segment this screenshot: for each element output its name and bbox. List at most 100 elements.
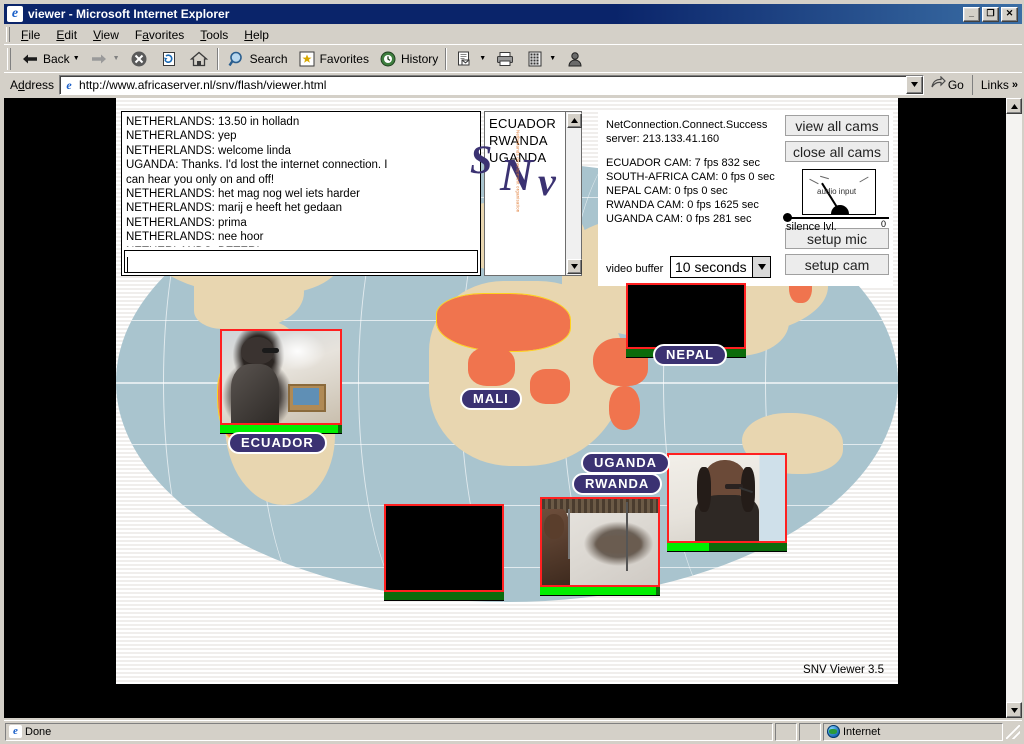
video-buffer-select[interactable]: 10 seconds: [670, 256, 771, 278]
map-label-ecuador[interactable]: ECUADOR: [228, 432, 327, 454]
close-button[interactable]: ✕: [1001, 6, 1018, 22]
cam-audio-level-uganda: [667, 543, 787, 552]
cam-status-line: SOUTH-AFRICA CAM: 0 fps 0 sec: [606, 171, 775, 183]
mail-button[interactable]: ▼: [450, 47, 490, 71]
chat-message: NETHERLANDS: marij e heeft het gedaan: [126, 202, 343, 215]
close-all-cams-button[interactable]: close all cams: [785, 141, 889, 162]
back-button[interactable]: Back ▼: [15, 47, 84, 71]
menubar-grip[interactable]: [6, 27, 10, 42]
back-arrow-icon: [19, 48, 41, 70]
search-button[interactable]: Search: [222, 47, 292, 71]
ie-document-icon: e: [7, 6, 23, 22]
browser-window: e viewer - Microsoft Internet Explorer _…: [0, 0, 1024, 744]
links-label: Links: [980, 77, 1009, 92]
mail-icon: [454, 48, 476, 70]
chevron-down-icon[interactable]: [752, 257, 770, 277]
status-message-pane: e Done: [5, 722, 773, 741]
map-label-uganda[interactable]: UGANDA: [581, 452, 671, 474]
chevron-up-icon: [1010, 103, 1018, 109]
home-icon: [188, 48, 210, 70]
edit-dropdown-icon[interactable]: ▼: [549, 55, 556, 62]
cam-video-frame[interactable]: [626, 283, 746, 349]
logo-letter-s: S: [470, 137, 493, 182]
menu-view[interactable]: View: [85, 26, 127, 44]
chevron-down-icon: [571, 264, 578, 269]
go-button[interactable]: Go: [924, 75, 970, 93]
stop-button[interactable]: [124, 47, 154, 71]
home-button[interactable]: [184, 47, 214, 71]
status-pane-2: [799, 722, 821, 741]
mail-dropdown-icon[interactable]: ▼: [479, 55, 486, 62]
cam-video-rwanda: [542, 499, 658, 585]
favorites-button[interactable]: Favorites: [292, 47, 373, 71]
chat-panel: NETHERLANDS: 13.50 in holladn NETHERLAND…: [121, 111, 481, 276]
forward-button[interactable]: ▼: [84, 47, 124, 71]
cam-status-line: RWANDA CAM: 0 fps 1625 sec: [606, 199, 759, 211]
cam-mali[interactable]: [384, 504, 504, 601]
window-titlebar: e viewer - Microsoft Internet Explorer _…: [4, 4, 1022, 24]
messenger-button[interactable]: [560, 47, 590, 71]
silence-level-slider[interactable]: [786, 217, 889, 219]
menu-tools[interactable]: Tools: [192, 26, 236, 44]
menu-edit[interactable]: Edit: [48, 26, 85, 44]
chat-message: NETHERLANDS: yep: [126, 130, 237, 143]
map-label-nepal[interactable]: NEPAL: [653, 344, 728, 366]
chevron-down-icon: [1010, 707, 1018, 713]
scroll-down-button[interactable]: [567, 259, 582, 274]
history-button[interactable]: History: [373, 47, 442, 71]
snv-logo: S N v Netherlands development organisati…: [468, 128, 578, 218]
toolbar-grip[interactable]: [7, 47, 11, 70]
map-label-rwanda[interactable]: RWANDA: [572, 473, 663, 495]
setup-cam-button[interactable]: setup cam: [785, 254, 889, 275]
content-scrollbar[interactable]: [1006, 98, 1022, 718]
scroll-up-button[interactable]: [1006, 98, 1022, 114]
cam-status-line: ECUADOR CAM: 7 fps 832 sec: [606, 157, 761, 169]
scrollbar-track[interactable]: [1006, 114, 1022, 702]
menu-file[interactable]: FFileile: [13, 26, 48, 44]
map-label-mali[interactable]: MALI: [460, 388, 522, 410]
resize-grip[interactable]: [1006, 724, 1020, 739]
chat-message: NETHERLANDS: welcome linda: [126, 144, 291, 157]
chat-message: can hear you only on and off!: [126, 173, 275, 186]
cam-video-mali: [386, 506, 502, 590]
print-button[interactable]: [490, 47, 520, 71]
chat-message: NETHERLANDS: het mag nog wel iets harder: [126, 188, 360, 201]
person-icon: [564, 48, 586, 70]
cam-uganda[interactable]: [667, 453, 787, 552]
cam-rwanda[interactable]: [540, 497, 660, 596]
cam-video-frame[interactable]: [220, 329, 342, 425]
cam-audio-level-mali: [384, 592, 504, 601]
cam-video-frame[interactable]: [384, 504, 504, 592]
chat-message: NETHERLANDS: BETER!: [126, 245, 476, 247]
address-url-text: http://www.africaserver.nl/snv/flash/vie…: [79, 77, 327, 92]
security-zone-pane[interactable]: Internet: [823, 722, 1003, 741]
stop-icon: [128, 48, 150, 70]
address-dropdown-button[interactable]: [905, 75, 923, 94]
links-button[interactable]: Links »: [971, 74, 1022, 95]
view-all-cams-button[interactable]: view all cams: [785, 115, 889, 136]
search-icon: [226, 48, 248, 70]
scroll-up-button[interactable]: [567, 113, 582, 128]
menu-favorites[interactable]: Favorites: [127, 26, 192, 44]
minimize-button[interactable]: _: [963, 6, 980, 22]
favorites-star-icon: [296, 48, 318, 70]
cam-ecuador[interactable]: [220, 329, 342, 434]
window-controls: _ ❐ ✕: [963, 6, 1020, 22]
refresh-button[interactable]: [154, 47, 184, 71]
forward-dropdown-icon[interactable]: ▼: [113, 55, 120, 62]
menu-help[interactable]: Help: [236, 26, 277, 44]
scroll-down-button[interactable]: [1006, 702, 1022, 718]
chat-input[interactable]: [124, 250, 478, 273]
address-input[interactable]: e http://www.africaserver.nl/snv/flash/v…: [59, 74, 924, 95]
toolbar-separator-2: [445, 47, 448, 70]
restore-button[interactable]: ❐: [982, 6, 999, 22]
cam-status-line: NEPAL CAM: 0 fps 0 sec: [606, 185, 728, 197]
cam-video-frame[interactable]: [667, 453, 787, 543]
cam-audio-level-rwanda: [540, 587, 660, 596]
snv-viewer-app: NETHERLANDS: 13.50 in holladn NETHERLAND…: [116, 98, 898, 684]
back-dropdown-icon[interactable]: ▼: [73, 55, 80, 62]
cam-video-frame[interactable]: [540, 497, 660, 587]
edit-button[interactable]: ▼: [520, 47, 560, 71]
toolbar-separator-1: [216, 47, 219, 70]
back-label: Back: [43, 51, 70, 66]
